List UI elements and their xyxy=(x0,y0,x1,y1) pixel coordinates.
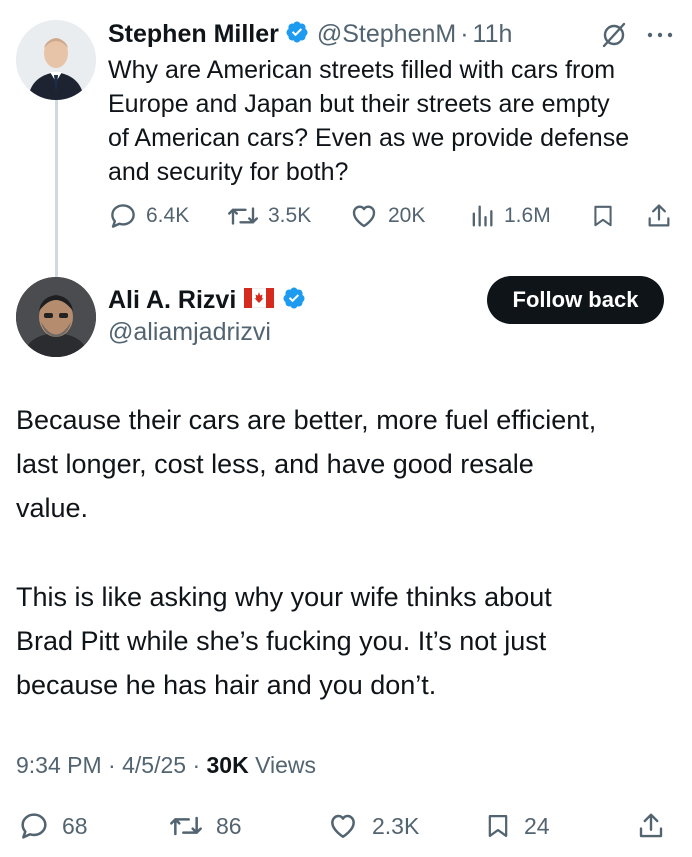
bookmark-count: 24 xyxy=(524,812,550,839)
bookmark-button[interactable] xyxy=(590,201,616,231)
avatar-portrait-icon xyxy=(16,20,96,100)
post-time[interactable]: 11h xyxy=(473,20,513,49)
text-line: value. xyxy=(16,493,89,523)
reply-date[interactable]: 4/5/25 xyxy=(122,752,186,778)
reply-author-header: Ali A. Rizvi xyxy=(108,283,306,317)
bookmark-button[interactable]: 24 xyxy=(484,810,550,842)
reply-author-handle[interactable]: @aliamjadrizvi xyxy=(108,318,271,347)
more-icon[interactable] xyxy=(645,25,675,50)
like-count: 2.3K xyxy=(372,812,420,839)
share-button[interactable] xyxy=(636,810,666,842)
thread-connector-line xyxy=(55,100,58,278)
repost-count: 3.5K xyxy=(268,204,312,227)
reply-paragraph-2: This is like asking why your wife thinks… xyxy=(16,575,681,707)
text-line: of American cars? Even as we provide def… xyxy=(108,124,630,152)
like-button[interactable]: 20K xyxy=(348,201,425,231)
repost-count: 86 xyxy=(216,812,242,839)
author-handle[interactable]: @StephenM xyxy=(317,20,456,49)
text-line: and security for both? xyxy=(108,158,349,186)
reply-button[interactable]: 68 xyxy=(18,810,88,842)
like-button[interactable]: 2.3K xyxy=(326,810,419,842)
avatar-portrait-icon xyxy=(16,277,96,357)
views-label: Views xyxy=(255,752,317,778)
share-button[interactable] xyxy=(645,201,673,231)
follow-back-button[interactable]: Follow back xyxy=(487,276,664,324)
reply-icon xyxy=(111,204,135,228)
views-count: 1.6M xyxy=(504,204,551,227)
repost-icon xyxy=(170,816,202,836)
text-line: Why are American streets filled with car… xyxy=(108,56,616,84)
reply-count: 68 xyxy=(62,812,88,839)
bookmark-icon xyxy=(488,814,508,838)
like-icon xyxy=(352,205,376,228)
like-count: 20K xyxy=(388,204,426,227)
verified-icon xyxy=(282,286,306,315)
original-post-text: Why are American streets filled with car… xyxy=(108,53,678,189)
text-line: last longer, cost less, and have good re… xyxy=(16,449,534,479)
original-post-header: Stephen Miller @StephenM · 11h xyxy=(108,17,512,51)
verified-icon xyxy=(285,20,309,49)
repost-button[interactable]: 86 xyxy=(168,810,242,842)
canada-flag-icon xyxy=(243,287,275,313)
share-icon xyxy=(639,813,663,838)
meta-separator: · xyxy=(460,19,469,48)
reply-button[interactable]: 6.4K xyxy=(108,201,189,231)
meta-separator: · xyxy=(192,752,201,778)
text-line: because he has hair and you don’t. xyxy=(16,670,437,700)
reply-paragraph-1: Because their cars are better, more fuel… xyxy=(16,398,681,530)
views-icon xyxy=(472,205,493,227)
text-line: This is like asking why your wife thinks… xyxy=(16,582,552,612)
reply-meta: 9:34 PM · 4/5/25 · 30K Views xyxy=(16,752,316,779)
reply-count: 6.4K xyxy=(146,204,190,227)
repost-icon xyxy=(228,207,258,225)
text-line: Because their cars are better, more fuel… xyxy=(16,405,597,435)
author-name[interactable]: Ali A. Rizvi xyxy=(108,286,236,315)
views-button[interactable]: 1.6M xyxy=(468,201,551,231)
text-line: Brad Pitt while she’s fucking you. It’s … xyxy=(16,626,547,656)
avatar-ali-rizvi[interactable] xyxy=(16,277,96,357)
repost-button[interactable]: 3.5K xyxy=(226,201,311,231)
text-line: Europe and Japan but their streets are e… xyxy=(108,90,610,118)
grok-icon[interactable] xyxy=(600,21,628,54)
share-icon xyxy=(648,204,670,227)
meta-separator: · xyxy=(108,752,116,778)
like-icon xyxy=(331,814,355,838)
avatar-stephen-miller[interactable] xyxy=(16,20,96,100)
views-count: 30K xyxy=(206,752,249,778)
author-name[interactable]: Stephen Miller xyxy=(108,20,279,49)
bookmark-icon xyxy=(594,205,612,227)
reply-icon xyxy=(21,813,47,839)
reply-time[interactable]: 9:34 PM xyxy=(16,752,102,778)
